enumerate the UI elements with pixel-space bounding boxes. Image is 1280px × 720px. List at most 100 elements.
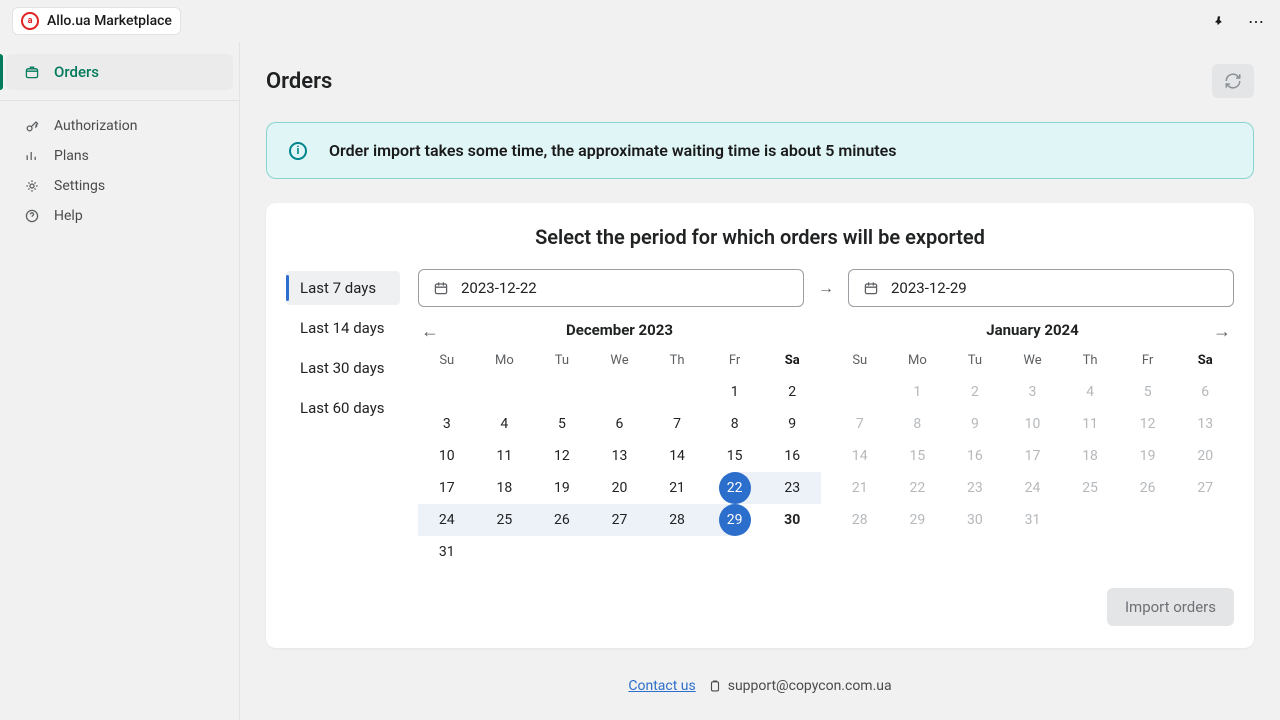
- calendar-icon: [863, 280, 879, 296]
- date-to-input[interactable]: 2023-12-29: [848, 269, 1234, 307]
- page-footer: Contact us support@copycon.com.ua: [266, 672, 1254, 706]
- calendar-day[interactable]: 2: [946, 376, 1004, 408]
- calendar-day[interactable]: 13: [591, 440, 649, 472]
- pin-icon[interactable]: [1212, 14, 1236, 28]
- calendar-day-empty: [831, 376, 889, 408]
- date-from-input[interactable]: 2023-12-22: [418, 269, 804, 307]
- calendar-day[interactable]: 26: [533, 504, 591, 536]
- calendar-day[interactable]: 10: [1004, 408, 1062, 440]
- calendar-day[interactable]: 2: [763, 376, 821, 408]
- calendar-day[interactable]: 8: [889, 408, 947, 440]
- sidebar-item-plans[interactable]: Plans: [6, 141, 233, 171]
- calendar-day[interactable]: 29: [889, 504, 947, 536]
- preset-option[interactable]: Last 30 days: [286, 351, 400, 385]
- calendar-day[interactable]: 13: [1176, 408, 1234, 440]
- gear-icon: [24, 178, 42, 194]
- calendar-day[interactable]: 3: [1004, 376, 1062, 408]
- calendar-day[interactable]: 8: [706, 408, 764, 440]
- calendar-day[interactable]: 21: [831, 472, 889, 504]
- calendar-day[interactable]: 5: [1119, 376, 1177, 408]
- info-icon: i: [289, 142, 307, 160]
- calendar-day[interactable]: 7: [648, 408, 706, 440]
- calendar-day[interactable]: 7: [831, 408, 889, 440]
- sidebar-item-authorization[interactable]: Authorization: [6, 111, 233, 141]
- app-logo-icon: a: [21, 12, 39, 30]
- calendar-day[interactable]: 9: [763, 408, 821, 440]
- calendar-day[interactable]: 26: [1119, 472, 1177, 504]
- calendar-day[interactable]: 27: [591, 504, 649, 536]
- calendar-day[interactable]: 18: [476, 472, 534, 504]
- preset-option[interactable]: Last 60 days: [286, 391, 400, 425]
- calendar-day[interactable]: 19: [1119, 440, 1177, 472]
- calendar-day[interactable]: 19: [533, 472, 591, 504]
- support-email[interactable]: support@copycon.com.ua: [708, 678, 892, 694]
- calendar-day[interactable]: 5: [533, 408, 591, 440]
- calendar-icon: [433, 280, 449, 296]
- calendar-day-empty: [591, 376, 649, 408]
- calendar-day[interactable]: 28: [648, 504, 706, 536]
- calendar-day[interactable]: 29: [706, 504, 764, 536]
- calendar-day[interactable]: 22: [706, 472, 764, 504]
- banner-text: Order import takes some time, the approx…: [329, 141, 897, 160]
- import-orders-button[interactable]: Import orders: [1107, 588, 1234, 626]
- calendar-left-title: December 2023: [418, 321, 821, 339]
- calendar-day[interactable]: 22: [889, 472, 947, 504]
- app-badge[interactable]: a Allo.ua Marketplace: [12, 7, 181, 35]
- sidebar-item-settings[interactable]: Settings: [6, 171, 233, 201]
- calendar-day[interactable]: 17: [418, 472, 476, 504]
- calendar-day[interactable]: 3: [418, 408, 476, 440]
- contact-us-link[interactable]: Contact us: [628, 678, 695, 694]
- date-to-value: 2023-12-29: [891, 279, 967, 297]
- calendar-day[interactable]: 9: [946, 408, 1004, 440]
- more-icon[interactable]: ⋯: [1244, 12, 1268, 31]
- sidebar: Orders Authorization Plans Settings: [0, 42, 240, 720]
- topbar: a Allo.ua Marketplace ⋯: [0, 0, 1280, 42]
- calendar-day[interactable]: 20: [1176, 440, 1234, 472]
- preset-option[interactable]: Last 14 days: [286, 311, 400, 345]
- calendar-day[interactable]: 4: [476, 408, 534, 440]
- sync-button[interactable]: [1212, 64, 1254, 98]
- calendar-day[interactable]: 12: [533, 440, 591, 472]
- calendar-day[interactable]: 23: [763, 472, 821, 504]
- calendar-dow: Tu: [946, 349, 1004, 376]
- calendar-day[interactable]: 31: [418, 536, 476, 568]
- calendar-day[interactable]: 17: [1004, 440, 1062, 472]
- calendar-day[interactable]: 15: [889, 440, 947, 472]
- calendar-day[interactable]: 23: [946, 472, 1004, 504]
- calendar-day[interactable]: 14: [831, 440, 889, 472]
- calendar-day[interactable]: 15: [706, 440, 764, 472]
- calendar-day[interactable]: 21: [648, 472, 706, 504]
- calendar-day[interactable]: 1: [889, 376, 947, 408]
- calendar-day[interactable]: 18: [1061, 440, 1119, 472]
- calendar-day[interactable]: 20: [591, 472, 649, 504]
- calendar-day[interactable]: 16: [763, 440, 821, 472]
- calendar-day[interactable]: 6: [1176, 376, 1234, 408]
- calendar-day[interactable]: 25: [476, 504, 534, 536]
- calendar-dow: Th: [648, 349, 706, 376]
- calendar-right-title: January 2024: [831, 321, 1234, 339]
- sidebar-item-orders[interactable]: Orders: [6, 54, 233, 90]
- calendar-day[interactable]: 4: [1061, 376, 1119, 408]
- calendar-day[interactable]: 11: [476, 440, 534, 472]
- calendar-day[interactable]: 27: [1176, 472, 1234, 504]
- calendar-day[interactable]: 30: [763, 504, 821, 536]
- info-banner: i Order import takes some time, the appr…: [266, 122, 1254, 179]
- sidebar-item-label: Plans: [54, 148, 89, 164]
- calendar-day[interactable]: 16: [946, 440, 1004, 472]
- calendar-day[interactable]: 11: [1061, 408, 1119, 440]
- calendar-day[interactable]: 24: [1004, 472, 1062, 504]
- calendar-day[interactable]: 1: [706, 376, 764, 408]
- preset-option[interactable]: Last 7 days: [286, 271, 400, 305]
- orders-icon: [24, 64, 42, 80]
- calendar-day[interactable]: 6: [591, 408, 649, 440]
- calendar-right: → January 2024 SuMoTuWeThFrSa12345678910…: [831, 321, 1234, 568]
- calendar-day[interactable]: 12: [1119, 408, 1177, 440]
- calendar-day[interactable]: 28: [831, 504, 889, 536]
- sidebar-item-help[interactable]: Help: [6, 201, 233, 231]
- calendar-day[interactable]: 24: [418, 504, 476, 536]
- calendar-day[interactable]: 25: [1061, 472, 1119, 504]
- calendar-day[interactable]: 31: [1004, 504, 1062, 536]
- calendar-day[interactable]: 14: [648, 440, 706, 472]
- calendar-day[interactable]: 10: [418, 440, 476, 472]
- calendar-day[interactable]: 30: [946, 504, 1004, 536]
